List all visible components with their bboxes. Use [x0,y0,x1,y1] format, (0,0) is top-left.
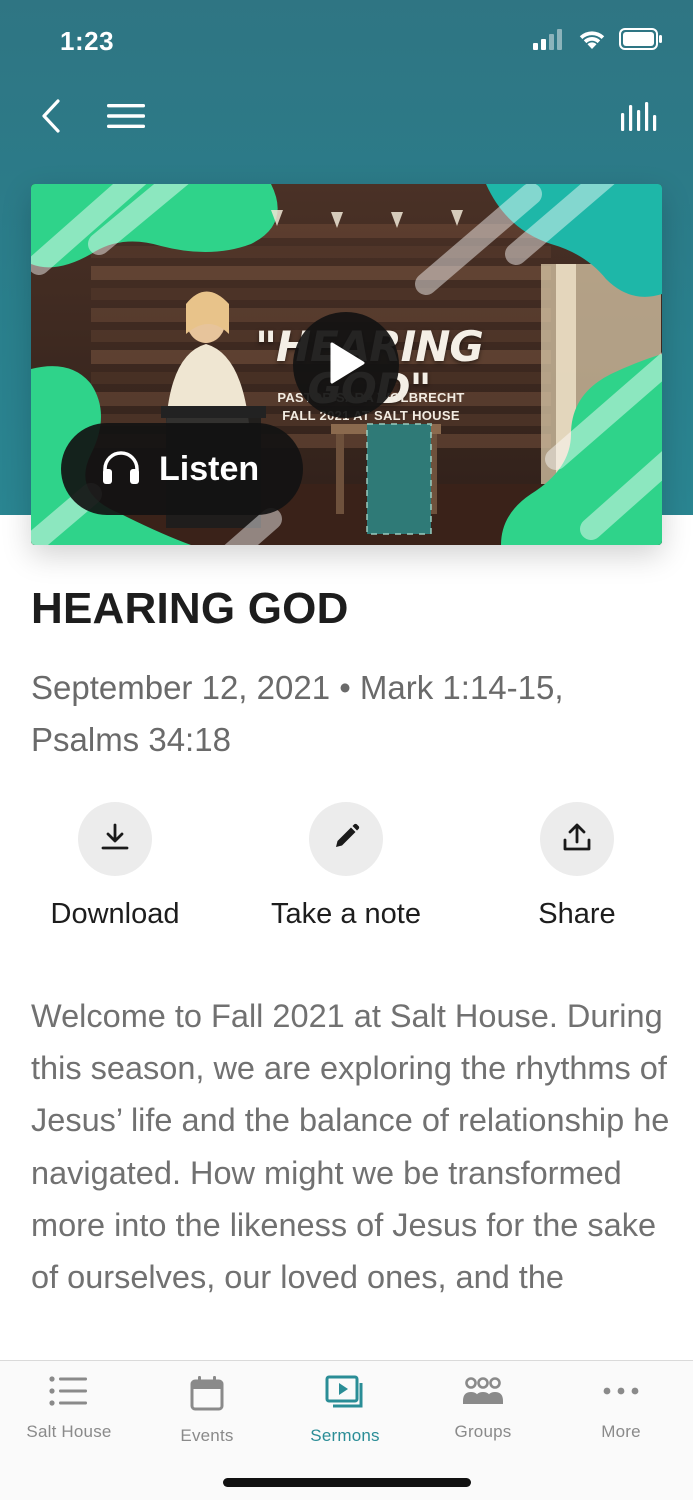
play-icon [326,341,366,390]
share-button[interactable]: Share [477,802,677,931]
sermon-video-thumbnail[interactable]: "HEARING GOD" PASTOR SARA WOLBRECHT FALL… [31,184,662,545]
nav-bar [0,90,693,146]
tab-label: Salt House [26,1422,112,1441]
sermon-meta: September 12, 2021 • Mark 1:14-15, Psalm… [31,669,564,758]
menu-button[interactable] [104,98,148,138]
download-button[interactable]: Download [15,802,215,931]
take-note-circle[interactable] [309,802,383,876]
sermon-description: Welcome to Fall 2021 at Salt House. Duri… [31,998,670,1296]
list-icon [49,1375,89,1412]
tab-label: More [601,1422,641,1441]
action-row: Download Take a note Share [0,802,693,942]
download-icon [100,822,130,857]
status-time: 1:23 [60,26,115,56]
listen-label: Listen [159,449,260,488]
hamburger-menu-icon [107,103,145,134]
headphones-icon [101,449,141,490]
tab-label: Events [180,1426,234,1445]
share-circle[interactable] [540,802,614,876]
tab-bar: Salt House Events Sermons Groups More [0,1360,693,1500]
calendar-icon [190,1375,224,1416]
audio-bars-icon [620,101,660,136]
chevron-left-icon [41,98,61,138]
download-label: Download [50,898,180,930]
tab-label: Groups [454,1422,512,1441]
share-icon [561,821,593,858]
tab-more[interactable]: More [552,1375,690,1442]
wifi-icon [577,28,607,55]
pencil-icon [332,823,360,856]
tab-groups[interactable]: Groups [414,1375,552,1442]
share-label: Share [538,898,616,930]
audio-player-button[interactable] [617,96,663,140]
take-note-label: Take a note [271,898,421,930]
video-playlist-icon [325,1375,365,1416]
sermon-title: HEARING GOD [31,584,349,633]
cellular-signal-icon [533,28,565,55]
back-button[interactable] [34,96,68,140]
listen-button[interactable]: Listen [61,423,303,515]
status-bar: 1:23 [0,0,693,80]
download-circle[interactable] [78,802,152,876]
take-note-button[interactable]: Take a note [246,802,446,931]
tab-salt-house[interactable]: Salt House [0,1375,138,1442]
battery-icon [619,28,663,55]
home-indicator[interactable] [223,1478,471,1487]
tab-sermons[interactable]: Sermons [276,1375,414,1446]
more-dots-icon [603,1375,639,1412]
tab-label: Sermons [310,1426,380,1445]
tab-events[interactable]: Events [138,1375,276,1446]
groups-icon [461,1375,505,1412]
status-icons [533,28,663,55]
play-button[interactable] [293,312,399,418]
